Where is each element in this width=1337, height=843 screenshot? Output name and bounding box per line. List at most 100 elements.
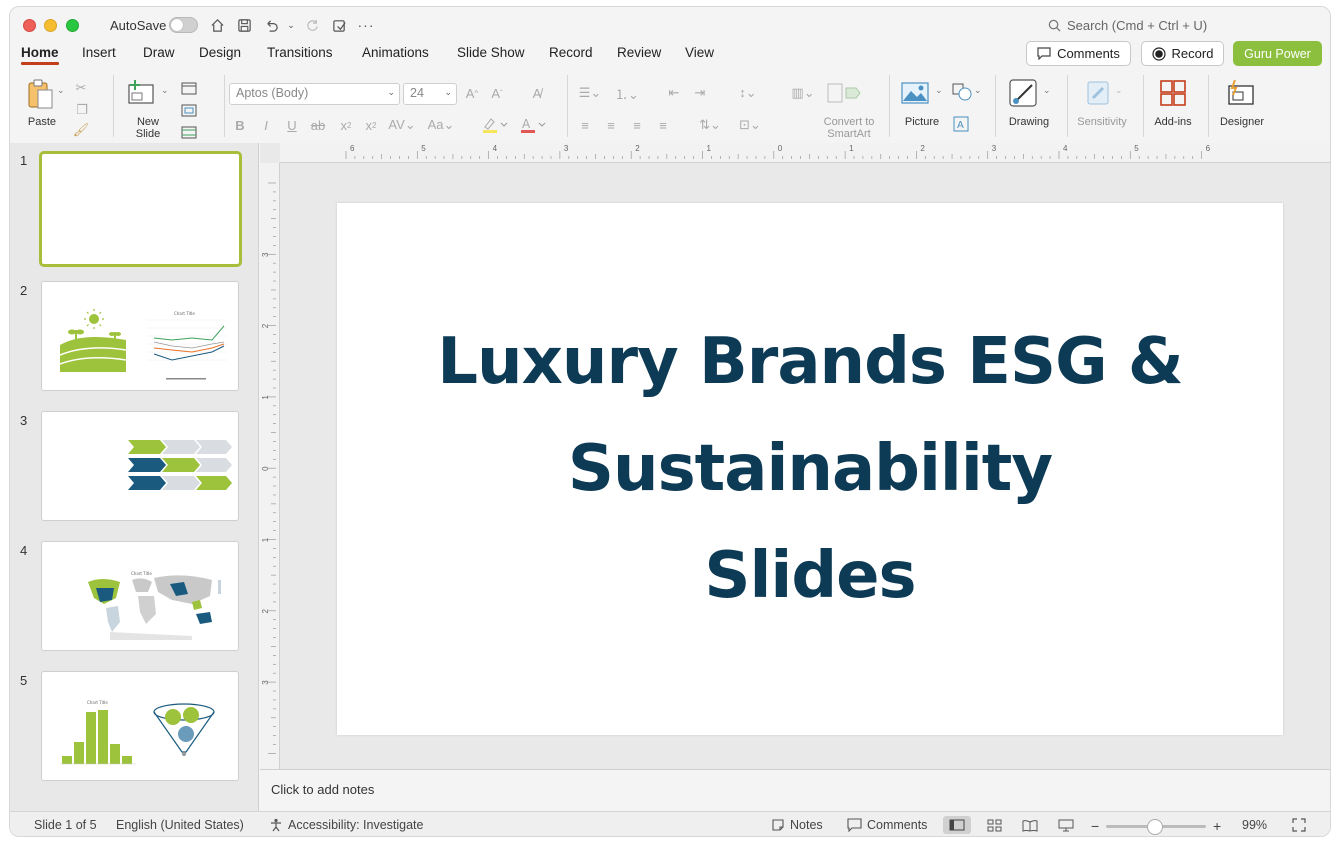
strikethrough-icon[interactable]: ab bbox=[309, 117, 327, 133]
underline-icon[interactable]: U bbox=[285, 117, 299, 133]
shapes-icon[interactable] bbox=[951, 83, 973, 101]
convert-smartart-icon[interactable] bbox=[826, 79, 862, 107]
tab-home[interactable]: Home bbox=[21, 45, 59, 65]
superscript-icon[interactable]: x2 bbox=[338, 117, 354, 133]
copy-icon[interactable]: ❐ bbox=[73, 102, 91, 117]
bullets-icon[interactable]: ☰⌄ bbox=[574, 85, 606, 101]
fit-to-window-icon[interactable] bbox=[1292, 818, 1306, 832]
section-icon[interactable] bbox=[178, 125, 200, 139]
character-spacing-icon[interactable]: AV⌄ bbox=[388, 117, 416, 133]
bold-icon[interactable]: B bbox=[233, 117, 247, 133]
autosave-toggle[interactable] bbox=[169, 17, 198, 33]
numbering-icon[interactable]: ⒈⌄ bbox=[611, 85, 643, 102]
notes-toggle[interactable]: Notes bbox=[771, 818, 823, 832]
slide-thumbnails-pane[interactable]: 1 2 Chart Title 3 4 Chart Title 5 Chart … bbox=[10, 143, 259, 811]
slide-thumbnail-3[interactable] bbox=[41, 411, 239, 521]
undo-icon[interactable] bbox=[262, 16, 280, 34]
redo-icon[interactable] bbox=[303, 16, 321, 34]
add-ins-icon[interactable] bbox=[1158, 77, 1188, 109]
accessibility-status[interactable]: Accessibility: Investigate bbox=[269, 818, 423, 832]
record-button[interactable]: Record bbox=[1141, 41, 1224, 66]
font-name-select[interactable]: Aptos (Body) ⌄ bbox=[229, 83, 400, 105]
tab-insert[interactable]: Insert bbox=[82, 45, 116, 60]
font-color-icon[interactable]: A bbox=[518, 117, 548, 133]
slide-show-view-icon[interactable] bbox=[1052, 816, 1080, 834]
home-icon[interactable] bbox=[208, 16, 226, 34]
more-options-icon[interactable]: ··· bbox=[357, 16, 375, 34]
shapes-dropdown-chevron-icon[interactable]: ⌄ bbox=[974, 85, 982, 96]
tab-draw[interactable]: Draw bbox=[143, 45, 175, 60]
align-text-icon[interactable]: ⊡⌄ bbox=[732, 117, 768, 133]
undo-dropdown-chevron-icon[interactable]: ⌄ bbox=[282, 16, 300, 34]
slide-sorter-view-icon[interactable] bbox=[980, 816, 1008, 834]
main-slide-canvas[interactable]: Luxury Brands ESG & Sustainability Slide… bbox=[337, 203, 1283, 735]
slide-thumbnail-5[interactable]: Chart Title bbox=[41, 671, 239, 781]
subscript-icon[interactable]: x2 bbox=[363, 117, 379, 133]
slide-layout-icon[interactable] bbox=[178, 81, 200, 95]
customize-toolbar-icon[interactable] bbox=[330, 16, 348, 34]
reading-view-icon[interactable] bbox=[1016, 816, 1044, 834]
decrease-font-size-icon[interactable]: Aˇ bbox=[489, 85, 505, 101]
ruler-label: 1 bbox=[707, 144, 712, 153]
tab-design[interactable]: Design bbox=[199, 45, 241, 60]
save-icon[interactable] bbox=[235, 16, 253, 34]
align-left-icon[interactable]: ≡ bbox=[577, 117, 593, 133]
minimize-window-button[interactable] bbox=[44, 19, 57, 32]
align-right-icon[interactable]: ≡ bbox=[629, 117, 645, 133]
tab-view[interactable]: View bbox=[685, 45, 714, 60]
tab-animations[interactable]: Animations bbox=[362, 45, 429, 60]
comments-button[interactable]: Comments bbox=[1026, 41, 1131, 66]
format-painter-icon[interactable]: 🖌 bbox=[73, 122, 90, 137]
tab-review[interactable]: Review bbox=[617, 45, 661, 60]
align-center-icon[interactable]: ≡ bbox=[603, 117, 619, 133]
columns-icon[interactable]: ▥⌄ bbox=[787, 85, 819, 101]
slide-thumbnail-4[interactable]: Chart Title bbox=[41, 541, 239, 651]
decrease-indent-icon[interactable]: ⇤ bbox=[666, 85, 682, 101]
tab-record[interactable]: Record bbox=[549, 45, 593, 60]
sensitivity-dropdown-chevron-icon[interactable]: ⌄ bbox=[1115, 85, 1123, 96]
paste-clipboard-icon[interactable] bbox=[26, 77, 56, 111]
paste-dropdown-chevron-icon[interactable]: ⌄ bbox=[57, 85, 65, 96]
notes-placeholder[interactable]: Click to add notes bbox=[271, 782, 374, 797]
tab-transitions[interactable]: Transitions bbox=[267, 45, 333, 60]
tab-slide-show[interactable]: Slide Show bbox=[457, 45, 525, 60]
clear-formatting-icon[interactable]: A̸ bbox=[528, 85, 546, 101]
drawing-dropdown-chevron-icon[interactable]: ⌄ bbox=[1043, 85, 1051, 96]
justify-icon[interactable]: ≡ bbox=[655, 117, 671, 133]
picture-icon[interactable] bbox=[900, 79, 930, 107]
notes-pane[interactable]: Click to add notes bbox=[260, 769, 1330, 811]
zoom-out-icon[interactable]: − bbox=[1091, 818, 1099, 834]
zoom-slider-thumb[interactable] bbox=[1147, 819, 1163, 835]
drawing-icon[interactable] bbox=[1007, 77, 1041, 109]
close-window-button[interactable] bbox=[23, 19, 36, 32]
sensitivity-icon[interactable] bbox=[1083, 77, 1113, 109]
comments-toggle[interactable]: Comments bbox=[847, 818, 927, 832]
zoom-window-button[interactable] bbox=[66, 19, 79, 32]
text-direction-icon[interactable]: ⇅⌄ bbox=[694, 117, 726, 133]
zoom-in-icon[interactable]: + bbox=[1213, 818, 1221, 834]
italic-icon[interactable]: I bbox=[259, 117, 273, 133]
picture-dropdown-chevron-icon[interactable]: ⌄ bbox=[935, 85, 943, 96]
text-box-icon[interactable]: A bbox=[951, 115, 971, 133]
cut-scissors-icon[interactable]: ✂ bbox=[74, 80, 88, 95]
slide-title[interactable]: Luxury Brands ESG & Sustainability Slide… bbox=[400, 309, 1220, 630]
designer-icon[interactable] bbox=[1224, 77, 1258, 109]
slide-thumbnail-1[interactable] bbox=[39, 151, 242, 267]
search-icon bbox=[1048, 19, 1061, 32]
powerpoint-window: AutoSave ⌄ ··· Search (Cmd + Ctrl + U) H… bbox=[9, 6, 1331, 837]
search-box[interactable]: Search (Cmd + Ctrl + U) bbox=[1048, 18, 1207, 33]
slide-thumbnail-2[interactable]: Chart Title bbox=[41, 281, 239, 391]
language-status[interactable]: English (United States) bbox=[116, 818, 244, 832]
change-case-icon[interactable]: Aa⌄ bbox=[426, 117, 456, 133]
guru-power-button[interactable]: Guru Power bbox=[1233, 41, 1322, 66]
highlight-color-icon[interactable] bbox=[480, 117, 510, 133]
zoom-level[interactable]: 99% bbox=[1242, 818, 1267, 832]
line-spacing-icon[interactable]: ↕⌄ bbox=[732, 85, 764, 101]
reset-slide-icon[interactable] bbox=[178, 103, 200, 117]
new-slide-dropdown-chevron-icon[interactable]: ⌄ bbox=[161, 85, 169, 96]
increase-indent-icon[interactable]: ⇥ bbox=[692, 85, 708, 101]
increase-font-size-icon[interactable]: A ^ bbox=[464, 85, 480, 101]
normal-view-icon[interactable] bbox=[943, 816, 971, 834]
new-slide-icon[interactable] bbox=[127, 79, 157, 107]
font-size-select[interactable]: 24 ⌄ bbox=[403, 83, 457, 105]
